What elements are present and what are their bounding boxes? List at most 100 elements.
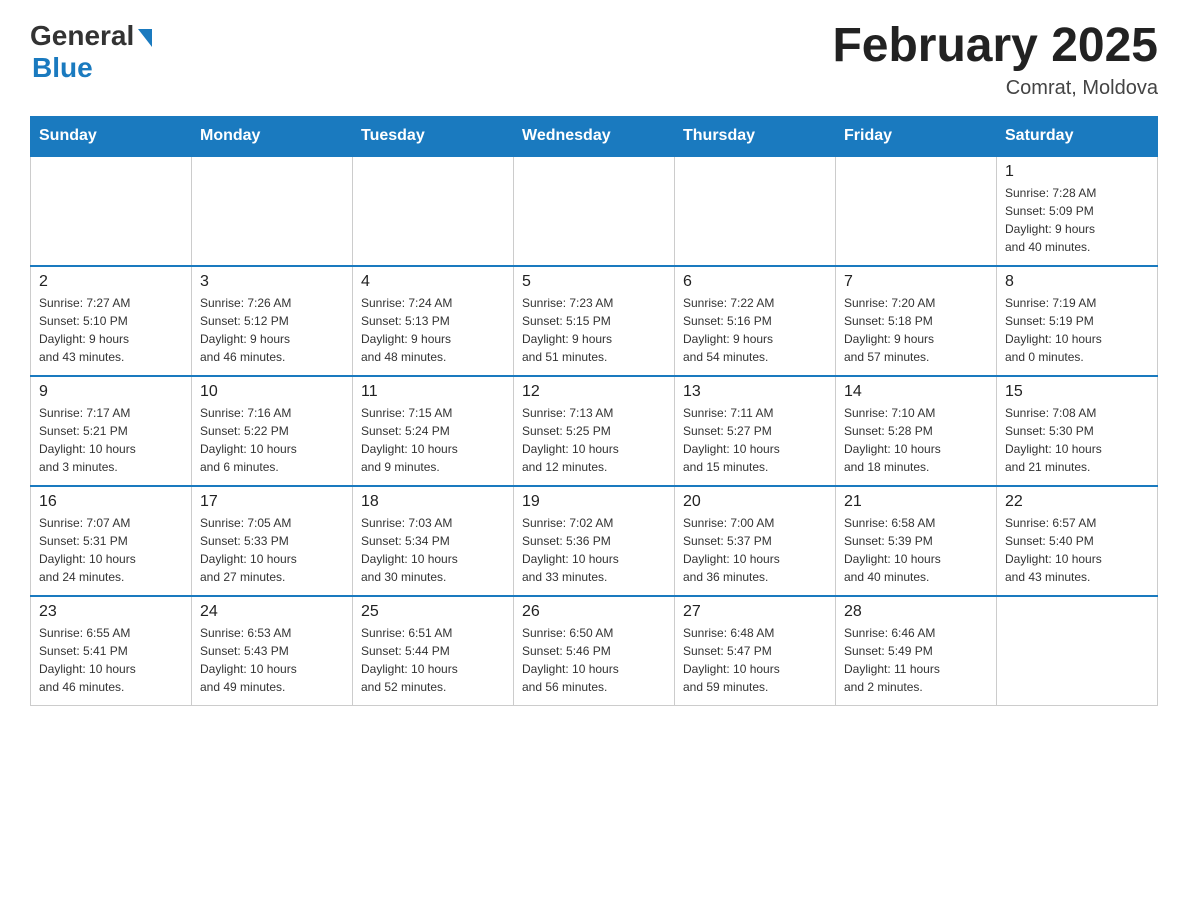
day-number: 11 bbox=[361, 383, 505, 401]
calendar-cell: 7 Sunrise: 7:20 AMSunset: 5:18 PMDaylight… bbox=[836, 266, 997, 376]
day-number: 14 bbox=[844, 383, 988, 401]
calendar-week-row: 2 Sunrise: 7:27 AMSunset: 5:10 PMDaylight… bbox=[31, 266, 1158, 376]
calendar-table: SundayMondayTuesdayWednesdayThursdayFrid… bbox=[30, 116, 1158, 707]
calendar-cell: 14 Sunrise: 7:10 AMSunset: 5:28 PMDayligh… bbox=[836, 376, 997, 486]
weekday-header-tuesday: Tuesday bbox=[353, 116, 514, 156]
location-text: Comrat, Moldova bbox=[832, 77, 1158, 100]
day-number: 1 bbox=[1005, 163, 1149, 181]
day-number: 13 bbox=[683, 383, 827, 401]
day-info: Sunrise: 7:17 AMSunset: 5:21 PMDaylight:… bbox=[39, 404, 183, 476]
calendar-cell: 8 Sunrise: 7:19 AMSunset: 5:19 PMDaylight… bbox=[997, 266, 1158, 376]
logo-triangle-icon bbox=[138, 29, 152, 47]
day-number: 9 bbox=[39, 383, 183, 401]
calendar-cell: 19 Sunrise: 7:02 AMSunset: 5:36 PMDayligh… bbox=[514, 486, 675, 596]
calendar-cell: 25Sunrise: 6:51 AMSunset: 5:44 PMDayligh… bbox=[353, 596, 514, 706]
day-info: Sunrise: 7:03 AMSunset: 5:34 PMDaylight:… bbox=[361, 514, 505, 586]
day-number: 23 bbox=[39, 603, 183, 621]
day-number: 12 bbox=[522, 383, 666, 401]
calendar-cell bbox=[997, 596, 1158, 706]
day-info: Sunrise: 6:57 AMSunset: 5:40 PMDaylight:… bbox=[1005, 514, 1149, 586]
calendar-cell: 27 Sunrise: 6:48 AMSunset: 5:47 PMDayligh… bbox=[675, 596, 836, 706]
title-area: February 2025 Comrat, Moldova bbox=[832, 20, 1158, 100]
day-number: 21 bbox=[844, 493, 988, 511]
day-number: 22 bbox=[1005, 493, 1149, 511]
calendar-cell bbox=[31, 156, 192, 266]
calendar-week-row: 1 Sunrise: 7:28 AMSunset: 5:09 PMDaylight… bbox=[31, 156, 1158, 266]
day-number: 27 bbox=[683, 603, 827, 621]
day-info: Sunrise: 7:15 AMSunset: 5:24 PMDaylight:… bbox=[361, 404, 505, 476]
calendar-cell: 15 Sunrise: 7:08 AMSunset: 5:30 PMDayligh… bbox=[997, 376, 1158, 486]
day-info: Sunrise: 7:24 AMSunset: 5:13 PMDaylight:… bbox=[361, 294, 505, 366]
day-info: Sunrise: 6:58 AMSunset: 5:39 PMDaylight:… bbox=[844, 514, 988, 586]
day-number: 20 bbox=[683, 493, 827, 511]
day-info: Sunrise: 7:19 AMSunset: 5:19 PMDaylight:… bbox=[1005, 294, 1149, 366]
calendar-cell: 13 Sunrise: 7:11 AMSunset: 5:27 PMDayligh… bbox=[675, 376, 836, 486]
day-number: 26 bbox=[522, 603, 666, 621]
day-number: 10 bbox=[200, 383, 344, 401]
day-info: Sunrise: 6:55 AMSunset: 5:41 PMDaylight:… bbox=[39, 624, 183, 696]
calendar-cell bbox=[353, 156, 514, 266]
calendar-cell: 11 Sunrise: 7:15 AMSunset: 5:24 PMDayligh… bbox=[353, 376, 514, 486]
day-number: 24 bbox=[200, 603, 344, 621]
page-header: General Blue February 2025 Comrat, Moldo… bbox=[30, 20, 1158, 100]
calendar-cell: 6Sunrise: 7:22 AMSunset: 5:16 PMDaylight… bbox=[675, 266, 836, 376]
weekday-header-saturday: Saturday bbox=[997, 116, 1158, 156]
day-info: Sunrise: 7:28 AMSunset: 5:09 PMDaylight:… bbox=[1005, 184, 1149, 256]
day-number: 15 bbox=[1005, 383, 1149, 401]
day-info: Sunrise: 6:53 AMSunset: 5:43 PMDaylight:… bbox=[200, 624, 344, 696]
calendar-cell bbox=[192, 156, 353, 266]
day-info: Sunrise: 7:13 AMSunset: 5:25 PMDaylight:… bbox=[522, 404, 666, 476]
calendar-cell: 24 Sunrise: 6:53 AMSunset: 5:43 PMDayligh… bbox=[192, 596, 353, 706]
weekday-header-friday: Friday bbox=[836, 116, 997, 156]
day-number: 7 bbox=[844, 273, 988, 291]
day-info: Sunrise: 7:26 AMSunset: 5:12 PMDaylight:… bbox=[200, 294, 344, 366]
day-info: Sunrise: 7:11 AMSunset: 5:27 PMDaylight:… bbox=[683, 404, 827, 476]
day-info: Sunrise: 6:48 AMSunset: 5:47 PMDaylight:… bbox=[683, 624, 827, 696]
calendar-cell: 1 Sunrise: 7:28 AMSunset: 5:09 PMDaylight… bbox=[997, 156, 1158, 266]
logo-blue-text: Blue bbox=[32, 52, 93, 84]
day-info: Sunrise: 6:46 AMSunset: 5:49 PMDaylight:… bbox=[844, 624, 988, 696]
calendar-cell: 9 Sunrise: 7:17 AMSunset: 5:21 PMDaylight… bbox=[31, 376, 192, 486]
calendar-week-row: 23 Sunrise: 6:55 AMSunset: 5:41 PMDayligh… bbox=[31, 596, 1158, 706]
day-number: 5 bbox=[522, 273, 666, 291]
day-number: 17 bbox=[200, 493, 344, 511]
calendar-cell: 12 Sunrise: 7:13 AMSunset: 5:25 PMDayligh… bbox=[514, 376, 675, 486]
calendar-week-row: 16Sunrise: 7:07 AMSunset: 5:31 PMDayligh… bbox=[31, 486, 1158, 596]
day-number: 28 bbox=[844, 603, 988, 621]
calendar-cell: 28 Sunrise: 6:46 AMSunset: 5:49 PMDayligh… bbox=[836, 596, 997, 706]
day-number: 2 bbox=[39, 273, 183, 291]
day-number: 8 bbox=[1005, 273, 1149, 291]
day-number: 16 bbox=[39, 493, 183, 511]
calendar-cell: 26 Sunrise: 6:50 AMSunset: 5:46 PMDayligh… bbox=[514, 596, 675, 706]
day-number: 3 bbox=[200, 273, 344, 291]
weekday-header-thursday: Thursday bbox=[675, 116, 836, 156]
calendar-cell: 10Sunrise: 7:16 AMSunset: 5:22 PMDayligh… bbox=[192, 376, 353, 486]
calendar-week-row: 9 Sunrise: 7:17 AMSunset: 5:21 PMDaylight… bbox=[31, 376, 1158, 486]
day-number: 19 bbox=[522, 493, 666, 511]
day-info: Sunrise: 7:10 AMSunset: 5:28 PMDaylight:… bbox=[844, 404, 988, 476]
day-number: 18 bbox=[361, 493, 505, 511]
weekday-header-monday: Monday bbox=[192, 116, 353, 156]
month-title: February 2025 bbox=[832, 20, 1158, 73]
calendar-cell bbox=[675, 156, 836, 266]
day-info: Sunrise: 7:02 AMSunset: 5:36 PMDaylight:… bbox=[522, 514, 666, 586]
day-info: Sunrise: 7:22 AMSunset: 5:16 PMDaylight:… bbox=[683, 294, 827, 366]
calendar-cell: 22 Sunrise: 6:57 AMSunset: 5:40 PMDayligh… bbox=[997, 486, 1158, 596]
calendar-cell bbox=[836, 156, 997, 266]
day-info: Sunrise: 7:05 AMSunset: 5:33 PMDaylight:… bbox=[200, 514, 344, 586]
calendar-cell: 4 Sunrise: 7:24 AMSunset: 5:13 PMDaylight… bbox=[353, 266, 514, 376]
weekday-header-sunday: Sunday bbox=[31, 116, 192, 156]
logo-general-text: General bbox=[30, 20, 134, 52]
day-info: Sunrise: 6:50 AMSunset: 5:46 PMDaylight:… bbox=[522, 624, 666, 696]
day-info: Sunrise: 7:20 AMSunset: 5:18 PMDaylight:… bbox=[844, 294, 988, 366]
day-info: Sunrise: 7:23 AMSunset: 5:15 PMDaylight:… bbox=[522, 294, 666, 366]
calendar-cell: 17 Sunrise: 7:05 AMSunset: 5:33 PMDayligh… bbox=[192, 486, 353, 596]
calendar-cell: 18 Sunrise: 7:03 AMSunset: 5:34 PMDayligh… bbox=[353, 486, 514, 596]
day-number: 4 bbox=[361, 273, 505, 291]
calendar-cell: 5 Sunrise: 7:23 AMSunset: 5:15 PMDaylight… bbox=[514, 266, 675, 376]
calendar-cell: 21 Sunrise: 6:58 AMSunset: 5:39 PMDayligh… bbox=[836, 486, 997, 596]
day-info: Sunrise: 7:08 AMSunset: 5:30 PMDaylight:… bbox=[1005, 404, 1149, 476]
day-info: Sunrise: 7:27 AMSunset: 5:10 PMDaylight:… bbox=[39, 294, 183, 366]
logo: General Blue bbox=[30, 20, 152, 84]
day-number: 25 bbox=[361, 603, 505, 621]
